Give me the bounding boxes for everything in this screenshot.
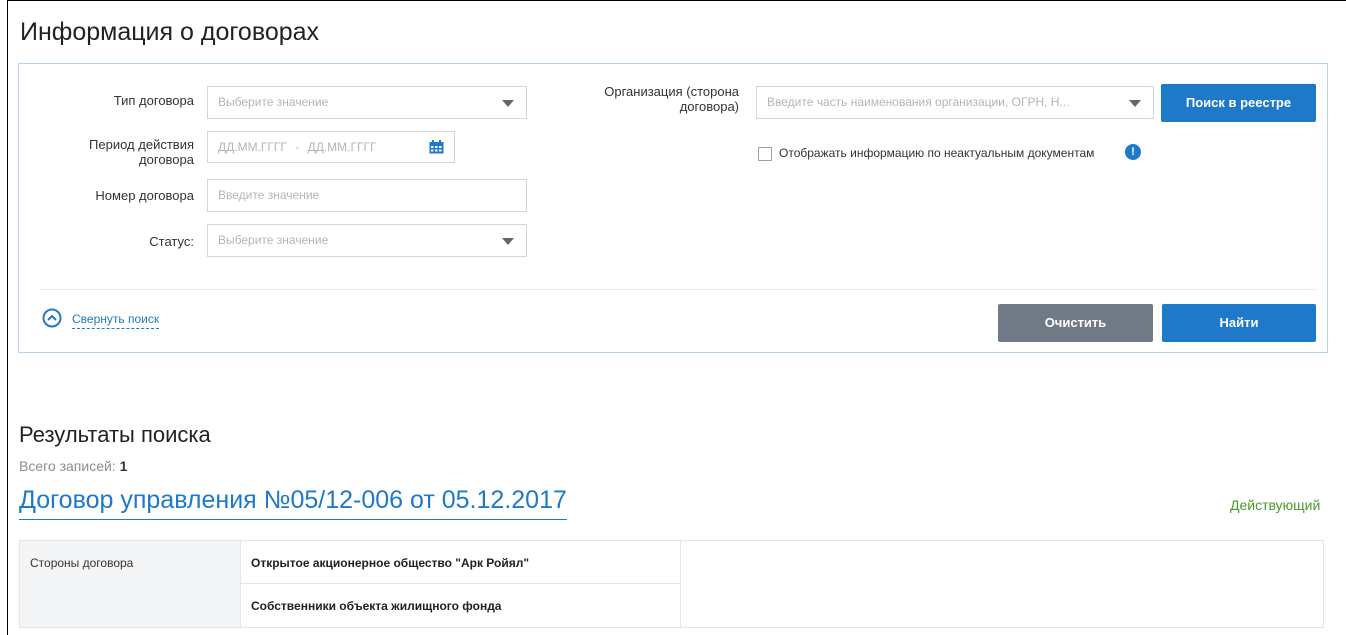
chevron-down-icon — [502, 100, 514, 107]
period-separator: - — [295, 140, 300, 154]
clear-button[interactable]: Очистить — [998, 304, 1153, 342]
status-select[interactable]: Выберите значение — [207, 224, 527, 257]
results-title: Результаты поиска — [19, 422, 211, 447]
collapse-search-link[interactable]: Свернуть поиск — [72, 312, 160, 329]
contract-number-placeholder: Введите значение — [218, 188, 320, 202]
party-row: Открытое акционерное общество "Арк Ройял… — [241, 541, 681, 584]
search-panel: Тип договора Выберите значение Период де… — [18, 63, 1328, 353]
parties-label: Стороны договора — [30, 556, 134, 570]
status-label: Статус: — [149, 234, 194, 249]
period-label-line2: договора — [139, 152, 194, 167]
contract-title-link[interactable]: Договор управления №05/12-006 от 05.12.2… — [19, 486, 567, 520]
period-to-placeholder: ДД.ММ.ГГГГ — [307, 140, 377, 154]
party-row: Собственники объекта жилищного фонда — [241, 584, 681, 627]
period-range-input[interactable]: ДД.ММ.ГГГГ - ДД.ММ.ГГГГ — [207, 131, 455, 163]
window-border-top — [7, 0, 1346, 1]
show-inactive-label[interactable]: Отображать информацию по неактуальным до… — [779, 146, 1094, 160]
parties-label-cell: Стороны договора — [20, 541, 241, 627]
search-divider — [41, 289, 1317, 290]
show-inactive-checkbox[interactable] — [758, 147, 772, 161]
window-border-left — [7, 0, 8, 635]
total-records-label: Всего записей: — [19, 458, 116, 474]
organization-label: Организация (сторона договора) — [579, 84, 739, 114]
contract-type-placeholder: Выберите значение — [218, 95, 329, 109]
calendar-icon[interactable] — [429, 140, 444, 154]
organization-placeholder: Введите часть наименования организации, … — [767, 95, 1070, 109]
period-from-placeholder: ДД.ММ.ГГГГ — [218, 140, 287, 154]
contract-number-input[interactable]: Введите значение — [207, 179, 527, 212]
contract-type-label: Тип договора — [113, 93, 194, 108]
organization-select[interactable]: Введите часть наименования организации, … — [756, 86, 1154, 119]
status-placeholder: Выберите значение — [218, 233, 329, 247]
contract-type-select[interactable]: Выберите значение — [207, 86, 527, 119]
total-records: Всего записей: 1 — [19, 458, 127, 474]
contract-number-label: Номер договора — [95, 188, 194, 203]
total-records-value: 1 — [119, 458, 128, 474]
period-label-line1: Период действия — [89, 137, 194, 152]
parties-table: Стороны договора Открытое акционерное об… — [19, 540, 1324, 628]
page-title: Информация о договорах — [20, 18, 320, 46]
party-name: Собственники объекта жилищного фонда — [251, 599, 502, 613]
chevron-up-circle-icon[interactable] — [42, 308, 62, 328]
organization-label-line1: Организация (сторона — [604, 84, 739, 99]
info-icon[interactable]: ! — [1125, 144, 1141, 160]
registry-search-button[interactable]: Поиск в реестре — [1161, 84, 1316, 122]
period-label: Период действия договора — [59, 137, 194, 167]
chevron-down-icon — [502, 238, 514, 245]
contract-status-badge: Действующий — [1230, 497, 1321, 513]
organization-label-line2: договора) — [679, 99, 739, 114]
party-name: Открытое акционерное общество "Арк Ройял… — [251, 556, 530, 570]
chevron-down-icon — [1129, 100, 1141, 107]
find-button[interactable]: Найти — [1162, 304, 1316, 342]
